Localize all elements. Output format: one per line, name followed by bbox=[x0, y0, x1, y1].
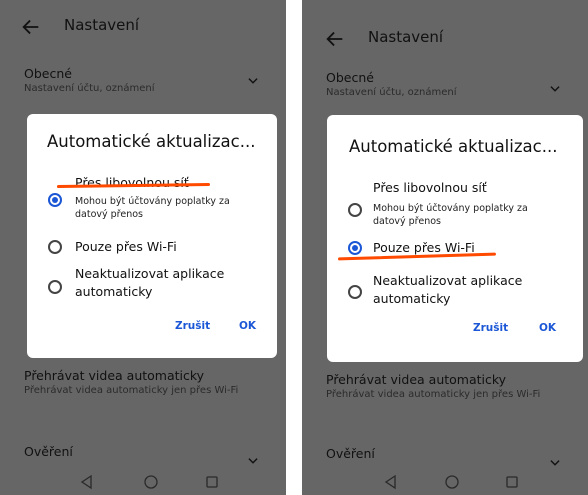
settings-item-verification[interactable]: Ověření bbox=[326, 446, 572, 466]
phone-screen-left: Nastavení Obecné Nastavení účtu, oznámen… bbox=[0, 0, 286, 495]
radio-button[interactable] bbox=[48, 240, 62, 254]
triangle-back-icon[interactable] bbox=[79, 474, 95, 490]
option-label: automaticky bbox=[373, 291, 451, 306]
option-label: Pouze přes Wi-Fi bbox=[75, 239, 177, 254]
option-label: Neaktualizovat aplikace bbox=[373, 273, 523, 288]
option-sublabel: datový přenos bbox=[75, 209, 144, 220]
app-bar: Nastavení bbox=[0, 0, 286, 56]
ok-button[interactable]: OK bbox=[539, 322, 556, 334]
option-sublabel: Mohou být účtovány poplatky za bbox=[373, 203, 528, 214]
page-title: Nastavení bbox=[64, 16, 140, 34]
square-recents-icon[interactable] bbox=[204, 474, 220, 490]
page-title: Nastavení bbox=[368, 28, 444, 46]
settings-item-title: Ověření bbox=[24, 444, 73, 459]
option-sublabel: datový přenos bbox=[373, 216, 442, 227]
settings-item-title: Přehrávat videa automaticky bbox=[326, 372, 507, 387]
settings-item-title: Přehrávat videa automaticky bbox=[24, 368, 205, 383]
settings-item-subtitle: Nastavení účtu, oznámení bbox=[24, 83, 155, 94]
square-recents-icon[interactable] bbox=[504, 474, 520, 490]
settings-item-title: Obecné bbox=[24, 66, 72, 81]
triangle-back-icon[interactable] bbox=[383, 474, 399, 490]
option-label: Neaktualizovat aplikace bbox=[75, 266, 225, 281]
settings-item-autoplay[interactable]: Přehrávat videa automaticky Přehrávat vi… bbox=[326, 372, 572, 400]
radio-button[interactable] bbox=[348, 203, 362, 217]
arrow-left-icon[interactable] bbox=[20, 16, 42, 38]
settings-item-general[interactable]: Obecné Nastavení účtu, oznámení bbox=[24, 66, 270, 94]
radio-button[interactable] bbox=[348, 285, 362, 299]
option-label: Přes libovolnou síť bbox=[373, 180, 487, 195]
system-nav-bar bbox=[302, 469, 588, 495]
circle-home-icon[interactable] bbox=[143, 474, 159, 490]
settings-item-title: Obecné bbox=[326, 70, 374, 85]
dialog-title: Automatické aktualizac... bbox=[47, 132, 256, 151]
radio-button-selected[interactable] bbox=[348, 241, 362, 255]
settings-item-subtitle: Přehrávat videa automaticky jen přes Wi-… bbox=[326, 389, 541, 400]
chevron-down-icon bbox=[248, 78, 258, 84]
settings-item-subtitle: Nastavení účtu, oznámení bbox=[326, 87, 457, 98]
phone-screen-right: Nastavení Obecné Nastavení účtu, oznámen… bbox=[302, 0, 588, 495]
settings-item-general[interactable]: Obecné Nastavení účtu, oznámení bbox=[326, 70, 572, 98]
image-divider bbox=[286, 0, 302, 495]
chevron-down-icon bbox=[550, 460, 560, 466]
radio-button-selected[interactable] bbox=[48, 193, 62, 207]
cancel-button[interactable]: Zrušit bbox=[473, 322, 508, 334]
settings-item-verification[interactable]: Ověření bbox=[24, 444, 270, 464]
radio-button[interactable] bbox=[48, 280, 62, 294]
settings-item-subtitle: Přehrávat videa automaticky jen přes Wi-… bbox=[24, 385, 239, 396]
arrow-left-icon[interactable] bbox=[324, 28, 346, 50]
dialog-title: Automatické aktualizac... bbox=[349, 137, 558, 156]
auto-update-dialog: Automatické aktualizac... Přes libovolno… bbox=[327, 115, 583, 362]
circle-home-icon[interactable] bbox=[444, 474, 460, 490]
option-label: automaticky bbox=[75, 284, 153, 299]
cancel-button[interactable]: Zrušit bbox=[175, 320, 210, 332]
auto-update-dialog: Automatické aktualizac... Přes libovolno… bbox=[27, 114, 277, 358]
chevron-down-icon bbox=[248, 458, 258, 464]
settings-item-autoplay[interactable]: Přehrávat videa automaticky Přehrávat vi… bbox=[24, 368, 270, 396]
ok-button[interactable]: OK bbox=[239, 320, 256, 332]
system-nav-bar bbox=[0, 469, 286, 495]
app-bar: Nastavení bbox=[302, 12, 588, 68]
settings-item-title: Ověření bbox=[326, 446, 375, 461]
option-sublabel: Mohou být účtovány poplatky za bbox=[75, 196, 230, 207]
chevron-down-icon bbox=[550, 86, 560, 92]
